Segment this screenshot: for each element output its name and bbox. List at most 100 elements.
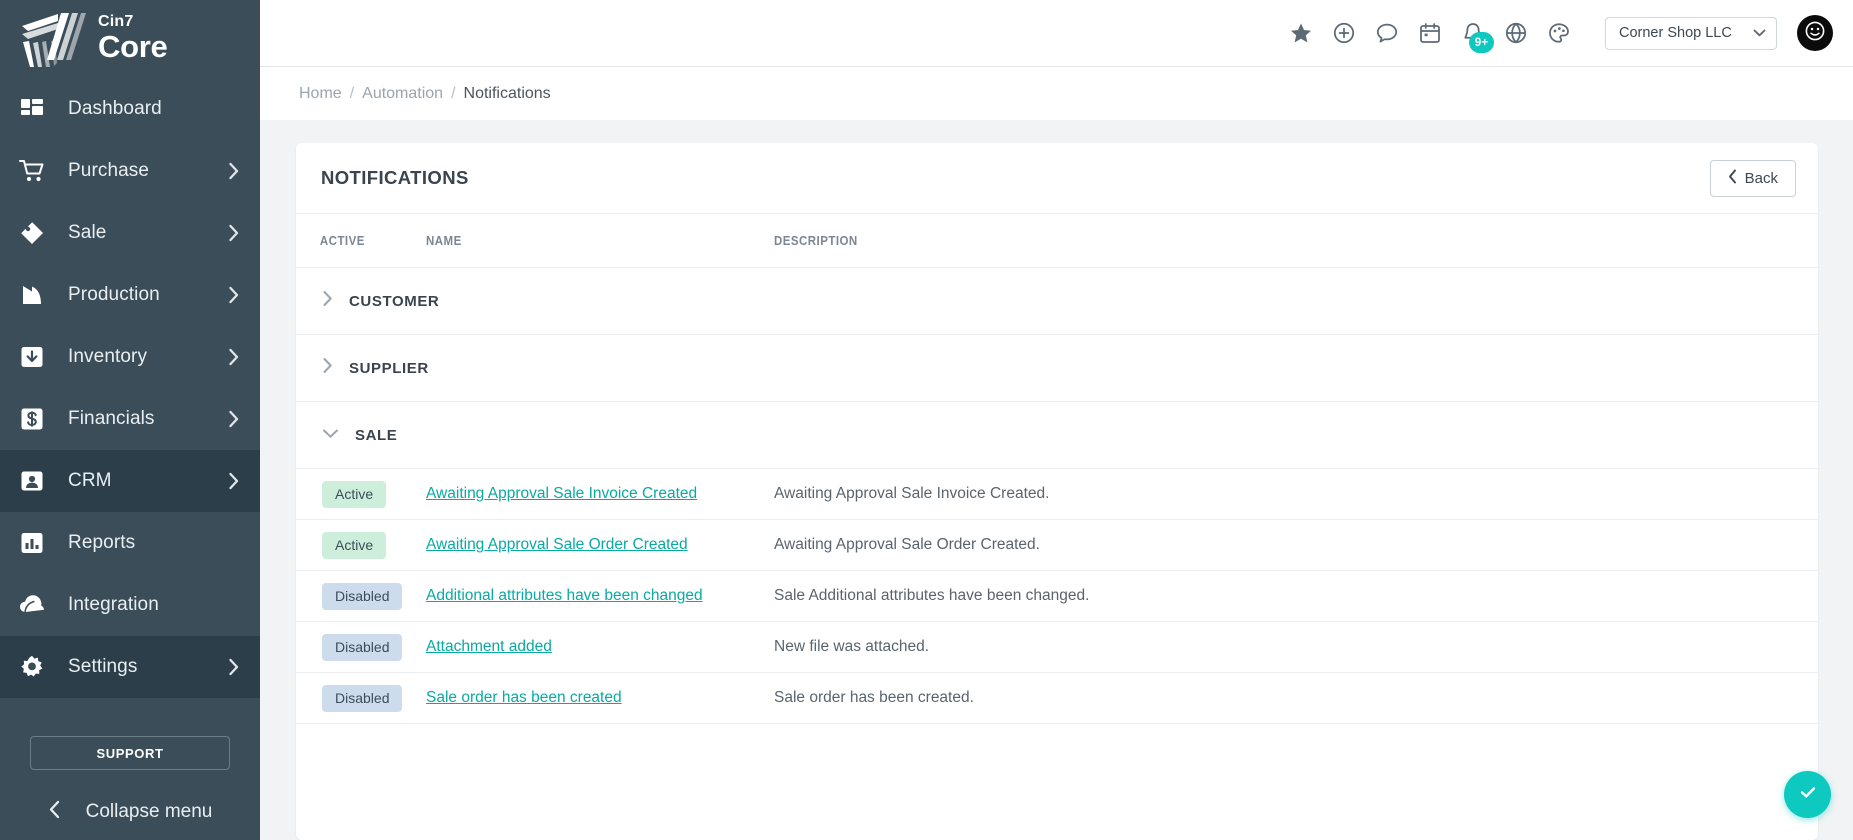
table-row: Disabled Additional attributes have been … [296,571,1818,622]
content-area: NOTIFICATIONS Back ACTIVE NAME DESCRIPTI… [260,120,1853,840]
table-row: Disabled Sale order has been created Sale … [296,673,1818,724]
group-row-supplier[interactable]: SUPPLIER [296,335,1818,402]
notification-description: Awaiting Approval Sale Order Created. [774,536,1040,553]
notification-description: Awaiting Approval Sale Invoice Created. [774,485,1050,502]
chevron-right-icon [228,658,240,676]
star-icon[interactable] [1282,14,1320,52]
sidebar-item-integration[interactable]: Integration [0,574,260,636]
sidebar-item-production[interactable]: Production [0,264,260,326]
notification-name-link[interactable]: Additional attributes have been changed [426,587,703,604]
group-row-customer[interactable]: CUSTOMER [296,268,1818,335]
plus-circle-icon[interactable] [1325,14,1363,52]
factory-icon [17,280,47,310]
chevron-down-icon [322,426,339,444]
sidebar-item-label: CRM [68,470,112,491]
chevron-right-icon [228,472,240,490]
sidebar: Cin7 Core Dashboard Purchase Sale Productio… [0,0,260,840]
sidebar-item-settings[interactable]: Settings [0,636,260,698]
app-root: Cin7 Core Dashboard Purchase Sale Productio… [0,0,1853,840]
notification-description: New file was attached. [774,638,930,655]
table-row: Disabled Attachment added New file was att… [296,622,1818,673]
organization-selector[interactable]: Corner Shop LLC [1605,16,1777,50]
avatar[interactable] [1797,15,1833,51]
chevron-left-icon [1728,169,1737,188]
chevron-right-icon [228,162,240,180]
palette-icon[interactable] [1540,14,1578,52]
dashboard-icon [17,94,47,124]
sidebar-nav: Dashboard Purchase Sale Production Inventory… [0,78,260,714]
notification-name-link[interactable]: Attachment added [426,638,552,655]
tag-icon [17,218,47,248]
breadcrumb: Home / Automation / Notifications [260,67,1853,120]
chevron-left-icon [48,800,60,824]
notification-name-link[interactable]: Sale order has been created [426,689,622,706]
gear-icon [17,652,47,682]
notification-name-link[interactable]: Awaiting Approval Sale Invoice Created [426,485,697,502]
check-icon [1796,780,1820,809]
group-label: CUSTOMER [349,292,440,310]
status-badge: Active [322,531,387,559]
confirm-fab-button[interactable] [1784,771,1831,818]
chevron-down-icon [1753,24,1766,42]
notifications-card: NOTIFICATIONS Back ACTIVE NAME DESCRIPTI… [296,143,1818,840]
collapse-menu-button[interactable]: Collapse menu [0,770,260,840]
breadcrumb-item-home[interactable]: Home [299,85,342,103]
status-badge: Disabled [322,582,403,610]
support-section: SUPPORT [0,714,260,770]
sidebar-item-financials[interactable]: Financials [0,388,260,450]
table-header-row: ACTIVE NAME DESCRIPTION [296,214,1818,268]
group-row-sale[interactable]: SALE [296,402,1818,469]
collapse-menu-label: Collapse menu [85,801,213,822]
sidebar-item-label: Financials [68,408,155,429]
notifications-table: ACTIVE NAME DESCRIPTION CUSTOMER SUPPLIER… [296,214,1818,724]
calendar-icon[interactable] [1411,14,1449,52]
sidebar-item-label: Settings [68,656,138,677]
column-header-name: NAME [426,233,462,248]
table-body: CUSTOMER SUPPLIER SALE Active Awaiting Appro… [296,268,1818,724]
cin7-logo-icon [14,10,88,68]
notification-badge: 9+ [1469,32,1494,53]
brand-wordmark: Cin7 Core [98,13,168,64]
sidebar-item-label: Reports [68,532,136,553]
chevron-right-icon [228,224,240,242]
support-button[interactable]: SUPPORT [30,736,230,770]
sidebar-item-dashboard[interactable]: Dashboard [0,78,260,140]
sidebar-item-inventory[interactable]: Inventory [0,326,260,388]
breadcrumb-separator: / [349,84,355,102]
organization-name: Corner Shop LLC [1619,25,1732,41]
sidebar-item-label: Inventory [68,346,148,367]
breadcrumb-separator: / [451,84,456,102]
status-badge: Disabled [322,684,403,712]
sidebar-item-crm[interactable]: CRM [0,450,260,512]
group-label: SALE [355,426,398,444]
chat-icon[interactable] [1368,14,1406,52]
globe-icon[interactable] [1497,14,1535,52]
sidebar-item-sale[interactable]: Sale [0,202,260,264]
sidebar-item-label: Purchase [68,160,150,181]
sidebar-item-label: Integration [68,594,159,615]
brand-logo[interactable]: Cin7 Core [0,0,260,78]
smiley-avatar-icon [1804,20,1826,47]
breadcrumb-item-automation[interactable]: Automation [362,85,443,103]
notification-description: Sale order has been created. [774,689,974,706]
back-button[interactable]: Back [1709,159,1796,197]
topbar: 9+ Corner Shop LLC [260,0,1853,67]
back-button-label: Back [1744,169,1778,187]
sidebar-item-purchase[interactable]: Purchase [0,140,260,202]
bell-icon[interactable]: 9+ [1454,14,1494,53]
table-row: Active Awaiting Approval Sale Invoice Cre… [296,469,1818,520]
cloud-icon [17,590,47,620]
sidebar-item-label: Production [68,284,160,305]
status-badge: Disabled [322,633,403,661]
chevron-right-icon [228,348,240,366]
chevron-right-icon [322,290,333,312]
brand-name-top: Cin7 [98,13,134,30]
sidebar-item-label: Sale [68,222,107,243]
sidebar-item-label: Dashboard [68,98,162,119]
inbox-down-icon [17,342,47,372]
card-header: NOTIFICATIONS Back [296,143,1818,214]
page-title: NOTIFICATIONS [321,167,469,188]
sidebar-item-reports[interactable]: Reports [0,512,260,574]
notification-name-link[interactable]: Awaiting Approval Sale Order Created [426,536,688,553]
group-label: SUPPLIER [349,359,429,377]
